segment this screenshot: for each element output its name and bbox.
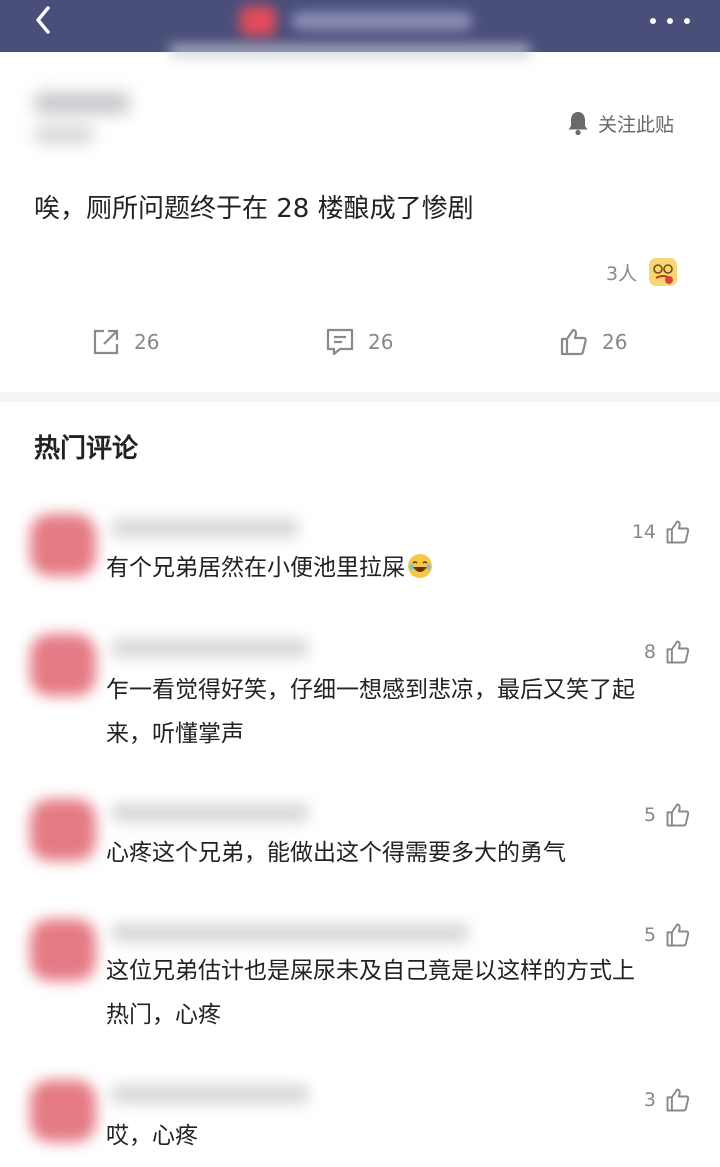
- back-icon: [36, 6, 50, 34]
- comment-count: 26: [368, 330, 394, 354]
- comment-like-button[interactable]: 5: [644, 799, 692, 831]
- follow-label: 关注此贴: [598, 113, 675, 136]
- comment-like-button[interactable]: 5: [644, 919, 692, 951]
- comment-like-button[interactable]: 14: [632, 516, 692, 548]
- follow-post-button[interactable]: 关注此贴: [566, 108, 674, 138]
- blurred-username: [110, 518, 300, 538]
- more-button[interactable]: [640, 6, 700, 36]
- comment-text-wrap: 有个兄弟居然在小便池里拉屎: [106, 546, 666, 590]
- comment-item: 8 乍一看觉得好笑，仔细一想感到悲凉，最后又笑了起来，听懂掌声: [0, 620, 720, 770]
- comment-text: 哎，心疼: [106, 1123, 198, 1149]
- like-button[interactable]: 26: [558, 324, 627, 360]
- blurred-username: [110, 1084, 310, 1104]
- comment-like-count: 8: [643, 641, 656, 663]
- laughing-emoji-icon: [408, 554, 432, 578]
- comment-button[interactable]: 26: [324, 324, 393, 360]
- share-button[interactable]: 26: [90, 324, 159, 360]
- avatar[interactable]: [30, 514, 96, 576]
- like-count: 26: [602, 330, 628, 354]
- blurred-author-info: [34, 88, 134, 152]
- comment-text: 乍一看觉得好笑，仔细一想感到悲凉，最后又笑了起来，听懂掌声: [106, 677, 635, 747]
- comment-like-button[interactable]: 8: [644, 636, 692, 668]
- blurred-username: [110, 638, 310, 658]
- hot-comments-title: 热门评论: [34, 434, 139, 464]
- comment-icon: [326, 328, 354, 356]
- blurred-username: [110, 803, 310, 823]
- comment-text: 有个兄弟居然在小便池里拉屎: [106, 555, 405, 581]
- more-icon: [650, 18, 656, 24]
- thumbs-up-icon: [666, 640, 690, 664]
- post-text: 唉，厕所问题终于在 28 楼酿成了惨剧: [34, 194, 474, 224]
- thumbs-up-icon: [666, 803, 690, 827]
- blurred-forum-title: [240, 2, 480, 38]
- comment-item: 5 心疼这个兄弟，能做出这个得需要多大的勇气: [0, 785, 720, 895]
- thumbs-up-icon: [560, 328, 587, 356]
- comment-like-count: 3: [643, 1089, 656, 1111]
- avatar[interactable]: [30, 799, 96, 861]
- blurred-username: [110, 923, 470, 943]
- reactions[interactable]: 3人: [606, 255, 679, 289]
- thumbs-up-icon: [666, 923, 690, 947]
- comment-item: 14 有个兄弟居然在小便池里拉屎: [0, 500, 720, 610]
- comment-text: 这位兄弟估计也是屎尿未及自己竟是以这样的方式上热门，心疼: [106, 958, 635, 1028]
- back-button[interactable]: [22, 4, 66, 44]
- avatar[interactable]: [30, 1080, 96, 1142]
- avatar[interactable]: [30, 919, 96, 981]
- reaction-emoji-icon: [649, 258, 678, 286]
- comment-text: 心疼这个兄弟，能做出这个得需要多大的勇气: [106, 840, 566, 866]
- share-icon: [93, 329, 119, 355]
- share-count: 26: [134, 330, 160, 354]
- comment-like-count: 5: [643, 924, 656, 946]
- comment-like-count: 14: [631, 521, 656, 543]
- bell-icon: [568, 112, 588, 136]
- reaction-count: 3人: [606, 262, 638, 285]
- comment-like-count: 5: [643, 804, 656, 826]
- avatar[interactable]: [30, 634, 96, 696]
- comment-item: 5 这位兄弟估计也是屎尿未及自己竟是以这样的方式上热门，心疼: [0, 905, 720, 1055]
- thumbs-up-icon: [666, 1088, 690, 1112]
- comment-item: 3 哎，心疼: [0, 1070, 720, 1167]
- thumbs-up-icon: [666, 520, 690, 544]
- forum-logo: [240, 6, 276, 36]
- comment-like-button[interactable]: 3: [644, 1084, 692, 1116]
- section-divider: [0, 392, 720, 402]
